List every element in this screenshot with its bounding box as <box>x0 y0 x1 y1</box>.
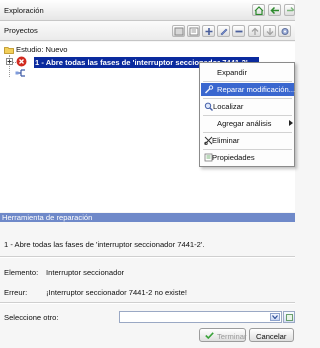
element-value: Interruptor seccionador <box>46 268 125 277</box>
menu-item-label: Localizar <box>213 102 244 111</box>
menu-item-add-analysis[interactable]: Agregar análisis <box>201 117 294 130</box>
repair-tool-header: Herramienta de reparación <box>0 213 295 222</box>
select-other-label: Seleccione otro: <box>4 313 59 322</box>
tree-expand-icon[interactable] <box>6 58 13 65</box>
save-icon[interactable] <box>172 25 185 37</box>
menu-item-expand[interactable]: Expandir <box>201 66 294 79</box>
tree-root-label[interactable]: Estudio: Nuevo <box>16 45 68 54</box>
menu-item-repair[interactable]: Reparar modificación... <box>201 83 296 96</box>
error-label: Erreur: <box>4 288 28 297</box>
finish-label: Terminar <box>217 332 247 341</box>
chevron-down-icon[interactable] <box>270 313 280 321</box>
repair-description: 1 - Abre todas las fases de 'interruptor… <box>4 240 205 249</box>
projects-title: Proyectos <box>4 26 38 35</box>
submenu-arrow-icon <box>289 120 293 126</box>
network-item-icon[interactable] <box>15 68 27 78</box>
menu-item-label: Agregar análisis <box>217 119 272 128</box>
menu-item-label: Eliminar <box>212 136 240 145</box>
menu-item-label: Reparar modificación... <box>217 85 296 94</box>
cancel-label: Cancelar <box>256 332 287 341</box>
menu-item-label: Expandir <box>217 68 247 77</box>
menu-separator <box>203 132 292 133</box>
menu-separator <box>203 81 292 82</box>
context-menu: Expandir Reparar modificación... Localiz… <box>199 62 295 167</box>
checkmark-icon <box>205 332 214 339</box>
menu-item-properties[interactable]: Propiedades <box>201 151 294 164</box>
explorer-title: Exploración <box>4 6 44 15</box>
menu-item-label: Propiedades <box>212 153 255 162</box>
remove-icon[interactable] <box>232 25 245 37</box>
select-other-dropdown[interactable] <box>119 311 282 323</box>
divider <box>0 257 295 258</box>
folder-icon <box>4 47 14 54</box>
properties-icon[interactable] <box>187 25 200 37</box>
browse-icon <box>286 314 293 321</box>
error-icon <box>16 56 27 67</box>
element-label: Elemento: <box>4 268 39 277</box>
cancel-button[interactable]: Cancelar <box>249 328 294 342</box>
edit-icon[interactable] <box>217 25 230 37</box>
divider <box>0 303 295 304</box>
finish-button[interactable]: Terminar <box>199 328 247 342</box>
forward-arrow-icon[interactable] <box>284 4 295 16</box>
move-down-icon[interactable] <box>263 25 276 37</box>
menu-separator <box>203 98 292 99</box>
projects-header: Proyectos <box>0 21 295 41</box>
home-icon[interactable] <box>252 4 265 16</box>
repair-tool-title: Herramienta de reparación <box>2 213 93 222</box>
browse-button[interactable] <box>283 311 295 323</box>
menu-separator <box>203 149 292 150</box>
explorer-header: Exploración <box>0 0 295 21</box>
settings-icon[interactable] <box>278 25 291 37</box>
menu-separator <box>203 115 292 116</box>
wrench-icon <box>204 85 214 94</box>
back-arrow-icon[interactable] <box>268 4 281 16</box>
move-up-icon[interactable] <box>248 25 261 37</box>
menu-item-locate[interactable]: Localizar <box>201 100 294 113</box>
menu-item-delete[interactable]: Eliminar <box>201 134 294 147</box>
error-value: ¡Interruptor seccionador 7441-2 no exist… <box>46 288 187 297</box>
add-icon[interactable] <box>202 25 215 37</box>
